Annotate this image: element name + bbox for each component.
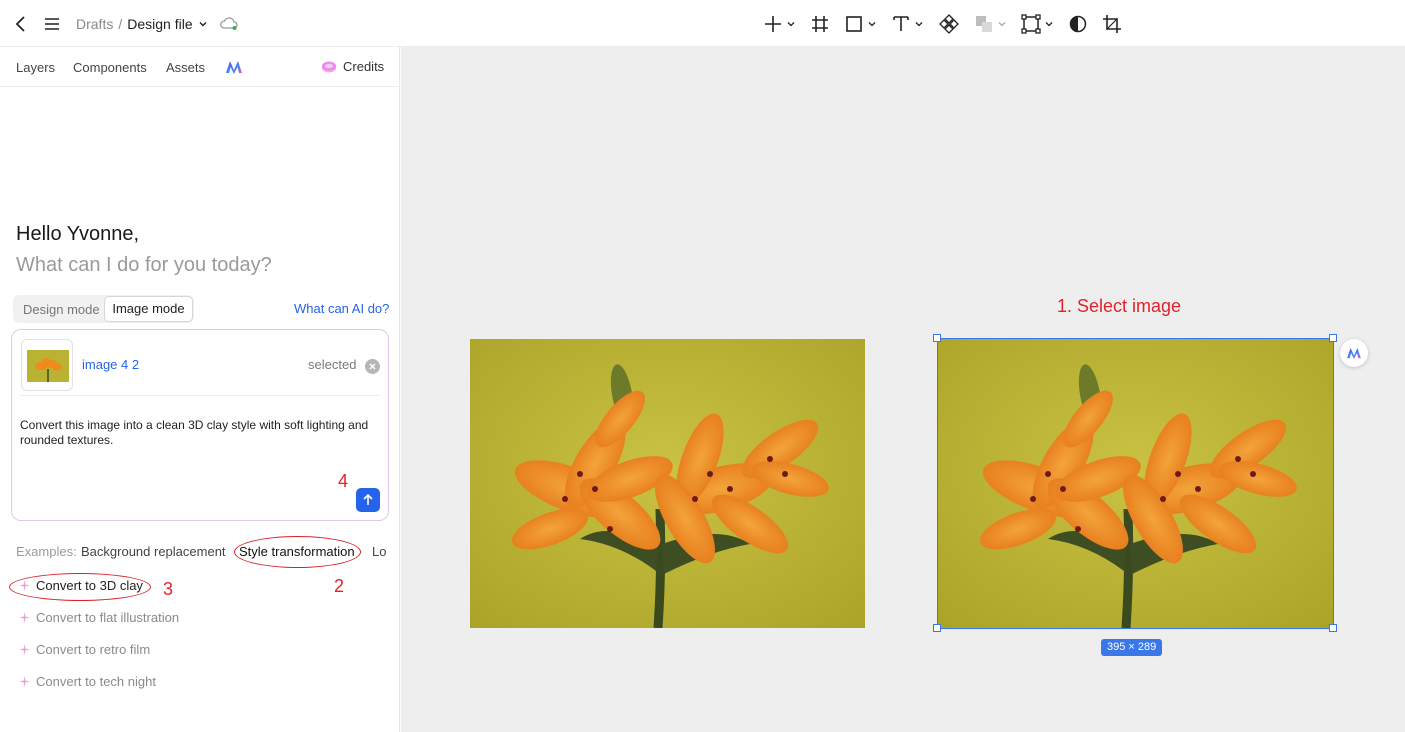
annotation-step-3: 3 — [163, 579, 174, 599]
canvas[interactable]: 1. Select image 395 × 289 — [401, 47, 1405, 732]
annotation-step-4: 4 — [338, 471, 349, 491]
boolean-icon — [976, 16, 992, 32]
image-thumbnail — [21, 339, 73, 391]
rectangle-icon — [846, 16, 862, 32]
text-tool[interactable] — [891, 11, 924, 37]
what-can-ai-do-link[interactable]: What can AI do? — [294, 301, 389, 316]
credits-label: Credits — [343, 59, 385, 74]
top-bar: Drafts / Design file — [0, 0, 1405, 47]
example-truncated[interactable]: Lo — [372, 544, 386, 559]
suggestion-flat-illustration[interactable]: Convert to flat illustration — [19, 610, 179, 625]
resize-handle-top-left[interactable] — [933, 334, 941, 342]
selection-size-badge: 395 × 289 — [1101, 639, 1163, 656]
tab-layers[interactable]: Layers — [16, 60, 55, 75]
sparkle-icon — [19, 676, 30, 687]
breadcrumb-separator: / — [118, 16, 123, 32]
mask-tool[interactable] — [1068, 11, 1088, 37]
ai-logo-icon — [1347, 347, 1361, 359]
crop-tool[interactable] — [1102, 11, 1122, 37]
chevron-down-icon — [1045, 22, 1053, 27]
examples-label: Examples: — [16, 544, 77, 559]
vector-network-icon — [1021, 14, 1041, 34]
resize-handle-bottom-right[interactable] — [1329, 624, 1337, 632]
text-icon — [893, 16, 909, 31]
selected-image-name[interactable]: image 4 2 — [82, 357, 139, 372]
chevron-down-icon — [868, 22, 876, 27]
boolean-tool[interactable] — [974, 11, 1007, 37]
frame-tool[interactable] — [810, 11, 830, 37]
arrow-up-icon — [363, 493, 373, 505]
add-icon — [765, 16, 781, 32]
prompt-input[interactable]: Convert this image into a clean 3D clay … — [20, 418, 382, 448]
add-tool[interactable] — [763, 11, 796, 37]
suggestion-label: Convert to retro film — [36, 642, 151, 657]
annotation-ring-style — [234, 536, 361, 568]
floating-ai-button[interactable] — [1340, 339, 1368, 367]
chevron-down-icon — [998, 22, 1006, 27]
suggestion-retro-film[interactable]: Convert to retro film — [19, 642, 150, 657]
annotation-step-2: 2 — [334, 576, 345, 596]
mode-switch: Design mode Image mode — [13, 295, 194, 323]
send-button[interactable] — [356, 488, 380, 512]
selected-image-row: image 4 2 selected — [20, 338, 380, 396]
prompt-box: image 4 2 selected Convert this image in… — [11, 329, 389, 521]
component-tool[interactable] — [938, 11, 960, 37]
file-name[interactable]: Design file — [127, 16, 192, 32]
selection-frame — [937, 338, 1334, 629]
design-toolbar — [763, 11, 1136, 37]
cloud-sync-icon — [219, 16, 239, 32]
back-icon[interactable] — [12, 14, 30, 34]
clear-selection-icon[interactable] — [365, 359, 380, 374]
greeting-subtitle: What can I do for you today? — [16, 254, 272, 276]
resize-handle-bottom-left[interactable] — [933, 624, 941, 632]
mask-icon — [1069, 15, 1087, 33]
chevron-down-icon[interactable] — [198, 19, 208, 29]
greeting: Hello Yvonne, — [16, 223, 140, 245]
suggestion-label: Convert to flat illustration — [36, 610, 180, 625]
tab-components[interactable]: Components — [73, 60, 147, 75]
canvas-image-original[interactable] — [470, 339, 865, 628]
chevron-down-icon — [787, 22, 795, 27]
shape-tool[interactable] — [844, 11, 877, 37]
menu-icon[interactable] — [43, 14, 61, 34]
suggestion-tech-night[interactable]: Convert to tech night — [19, 674, 156, 689]
chevron-down-icon — [915, 22, 923, 27]
ai-logo-icon[interactable] — [225, 60, 243, 74]
crop-icon — [1103, 15, 1121, 33]
suggestion-label: Convert to tech night — [36, 674, 156, 689]
sparkle-icon — [19, 612, 30, 623]
component-icon — [939, 14, 959, 34]
resize-handle-top-right[interactable] — [1329, 334, 1337, 342]
left-panel: Layers Components Assets Credits Hello Y… — [0, 47, 400, 732]
breadcrumb: Drafts / Design file — [76, 16, 208, 32]
tab-assets[interactable]: Assets — [166, 60, 205, 75]
selected-status: selected — [308, 357, 357, 372]
frame-icon — [812, 16, 828, 32]
annotation-step-1: 1. Select image — [1057, 296, 1182, 316]
breadcrumb-drafts[interactable]: Drafts — [76, 16, 113, 32]
annotation-ring-clay — [9, 573, 151, 601]
sparkle-icon — [19, 644, 30, 655]
vector-tool[interactable] — [1021, 11, 1054, 37]
credits-button[interactable]: Credits — [321, 59, 384, 74]
design-mode-toggle[interactable]: Design mode — [23, 302, 100, 317]
image-mode-toggle[interactable]: Image mode — [104, 296, 193, 322]
panel-tabs: Layers Components Assets Credits — [0, 47, 400, 87]
credits-icon — [322, 61, 336, 72]
example-background-replacement[interactable]: Background replacement — [81, 544, 226, 559]
